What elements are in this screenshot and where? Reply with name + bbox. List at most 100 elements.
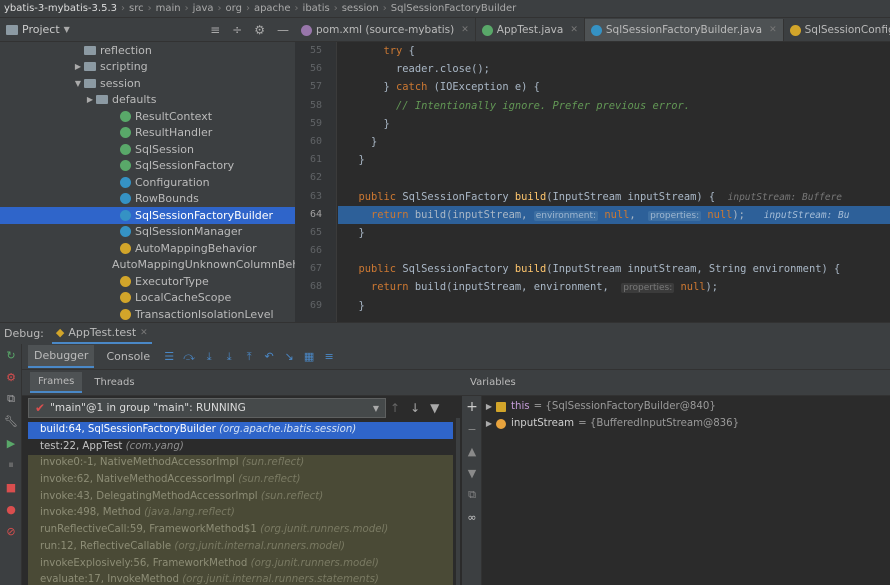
run-to-cursor-icon[interactable]: ↘: [282, 350, 296, 363]
line-number[interactable]: 66: [295, 242, 336, 260]
close-icon[interactable]: ✕: [570, 25, 578, 35]
pause-icon[interactable]: ⏸︎: [0, 454, 22, 476]
tree-item[interactable]: ResultHandler: [0, 125, 295, 142]
breadcrumb-item[interactable]: session: [342, 3, 379, 14]
chevron-down-icon[interactable]: ▼: [373, 404, 379, 413]
tab-console[interactable]: Console: [100, 346, 156, 367]
breadcrumb-item[interactable]: src: [129, 3, 144, 14]
chevron-right-icon[interactable]: ▶: [482, 419, 496, 428]
tree-item[interactable]: SqlSessionManager: [0, 224, 295, 241]
variable-row[interactable]: ▶ inputStream = {BufferedInputStream@836}: [482, 415, 890, 432]
stack-frame[interactable]: runReflectiveCall:59, FrameworkMethod$1 …: [28, 522, 453, 539]
code-line[interactable]: }: [338, 297, 890, 315]
code-line[interactable]: }: [338, 151, 890, 169]
code-line[interactable]: try {: [338, 42, 890, 60]
chevron-right-icon[interactable]: ▶: [72, 62, 84, 71]
line-number[interactable]: 68: [295, 278, 336, 296]
code-line[interactable]: }: [338, 133, 890, 151]
move-down-icon[interactable]: ▼: [462, 462, 482, 484]
hide-icon[interactable]: —: [277, 23, 289, 37]
step-over-icon[interactable]: ⤼: [182, 350, 196, 364]
code-line[interactable]: [338, 169, 890, 187]
code-line[interactable]: // Intentionally ignore. Prefer previous…: [338, 97, 890, 115]
stack-frame[interactable]: evaluate:17, InvokeMethod (org.junit.int…: [28, 572, 453, 585]
tree-item[interactable]: LocalCacheScope: [0, 290, 295, 307]
up-arrow-icon[interactable]: ↑: [390, 401, 400, 415]
code-line[interactable]: }: [338, 224, 890, 242]
code-line[interactable]: public SqlSessionFactory build(InputStre…: [338, 260, 890, 278]
show-execution-point-icon[interactable]: ☰: [162, 350, 176, 363]
stack-frame[interactable]: build:64, SqlSessionFactoryBuilder (org.…: [28, 422, 453, 439]
thread-selector[interactable]: ✔ "main"@1 in group "main": RUNNING ▼: [28, 398, 386, 418]
code-line[interactable]: return build(inputStream, environment, p…: [338, 278, 890, 296]
tree-item[interactable]: AutoMappingBehavior: [0, 240, 295, 257]
stack-frame[interactable]: invoke:43, DelegatingMethodAccessorImpl …: [28, 488, 453, 506]
tree-item[interactable]: ▶ scripting: [0, 59, 295, 76]
stop-icon[interactable]: ■: [0, 476, 22, 498]
down-arrow-icon[interactable]: ↓: [410, 401, 420, 415]
stack-frame[interactable]: test:22, AppTest (com.yang): [28, 439, 453, 456]
modify-run-icon[interactable]: ⚙: [0, 366, 22, 388]
resume-icon[interactable]: ▶: [0, 432, 22, 454]
trace-icon[interactable]: ≡: [322, 350, 336, 363]
code-line[interactable]: public SqlSessionFactory build(InputStre…: [338, 188, 890, 206]
line-number[interactable]: 62: [295, 169, 336, 187]
chevron-right-icon[interactable]: ▶: [482, 402, 496, 411]
gear-icon[interactable]: ⚙: [254, 23, 265, 37]
remove-watch-icon[interactable]: −: [462, 418, 482, 440]
stack-frame[interactable]: invoke:62, NativeMethodAccessorImpl (sun…: [28, 472, 453, 489]
project-view-selector[interactable]: Project: [22, 23, 60, 36]
editor-tab[interactable]: SqlSessionFactoryBuilder.java ✕: [584, 19, 784, 41]
tree-item[interactable]: TransactionIsolationLevel: [0, 306, 295, 322]
variable-row[interactable]: ▶ this = {SqlSessionFactoryBuilder@840}: [482, 398, 890, 415]
move-up-icon[interactable]: ▲: [462, 440, 482, 462]
close-icon[interactable]: ✕: [140, 328, 148, 338]
line-number[interactable]: 57: [295, 78, 336, 96]
breadcrumb-item[interactable]: apache: [254, 3, 291, 14]
code-line[interactable]: reader.close();: [338, 60, 890, 78]
breadcrumb-item[interactable]: ibatis: [303, 3, 330, 14]
chevron-right-icon[interactable]: ▶: [84, 95, 96, 104]
force-step-into-icon[interactable]: ⤓: [222, 350, 236, 364]
settings-wrench-icon[interactable]: 🔧︎: [0, 410, 22, 432]
restore-layout-icon[interactable]: ⧉: [0, 388, 22, 410]
tab-threads[interactable]: Threads: [86, 373, 142, 392]
watches-icon[interactable]: ∞: [462, 506, 482, 528]
stack-frame[interactable]: invokeExplosively:56, FrameworkMethod (o…: [28, 555, 453, 573]
code-editor[interactable]: try { reader.close(); } catch (IOExcepti…: [338, 42, 890, 322]
tree-item[interactable]: SqlSession: [0, 141, 295, 158]
chevron-down-icon[interactable]: ▼: [64, 25, 70, 34]
tree-item[interactable]: ResultContext: [0, 108, 295, 125]
tree-item[interactable]: ▶ defaults: [0, 92, 295, 109]
breadcrumb-item[interactable]: ybatis-3-mybatis-3.5.3: [4, 3, 117, 14]
line-number[interactable]: 60: [295, 133, 336, 151]
code-line[interactable]: } catch (IOException e) {: [338, 78, 890, 96]
line-number[interactable]: 63: [295, 188, 336, 206]
tree-item[interactable]: SqlSessionFactory: [0, 158, 295, 175]
tree-item[interactable]: reflection: [0, 42, 295, 59]
code-line[interactable]: return build(inputStream, environment: n…: [338, 205, 890, 224]
step-out-icon[interactable]: ⤒: [242, 350, 256, 364]
line-number-gutter[interactable]: 55 56 57 58 59 60 61 62 63 64 65 66 67 68 69: [295, 42, 337, 322]
stack-frame[interactable]: invoke0:-1, NativeMethodAccessorImpl (su…: [28, 455, 453, 473]
line-number[interactable]: 65: [295, 224, 336, 242]
new-watch-icon[interactable]: +: [462, 396, 482, 418]
filter-icon[interactable]: ▼: [430, 401, 439, 415]
editor-tab[interactable]: pom.xml (source-mybatis) ✕: [295, 18, 476, 41]
tree-item[interactable]: RowBounds: [0, 191, 295, 208]
breadcrumb-item[interactable]: java: [193, 3, 214, 14]
close-icon[interactable]: ✕: [461, 25, 469, 35]
line-number[interactable]: 69: [295, 297, 336, 315]
tab-debugger[interactable]: Debugger: [28, 345, 95, 368]
step-into-icon[interactable]: ⤓: [202, 350, 216, 364]
breadcrumb-item[interactable]: org: [226, 3, 242, 14]
frames-scrollbar[interactable]: [456, 418, 460, 585]
collapse-all-icon[interactable]: ≡: [210, 23, 220, 37]
tree-item[interactable]: ▼ session: [0, 75, 295, 92]
tree-item[interactable]: ExecutorType: [0, 273, 295, 290]
copy-icon[interactable]: ⧉: [462, 484, 482, 506]
tab-frames[interactable]: Frames: [30, 372, 83, 393]
editor-tab[interactable]: AppTest.java ✕: [476, 18, 585, 41]
rerun-icon[interactable]: ↻: [0, 344, 22, 366]
drop-frame-icon[interactable]: ↶: [262, 350, 276, 363]
